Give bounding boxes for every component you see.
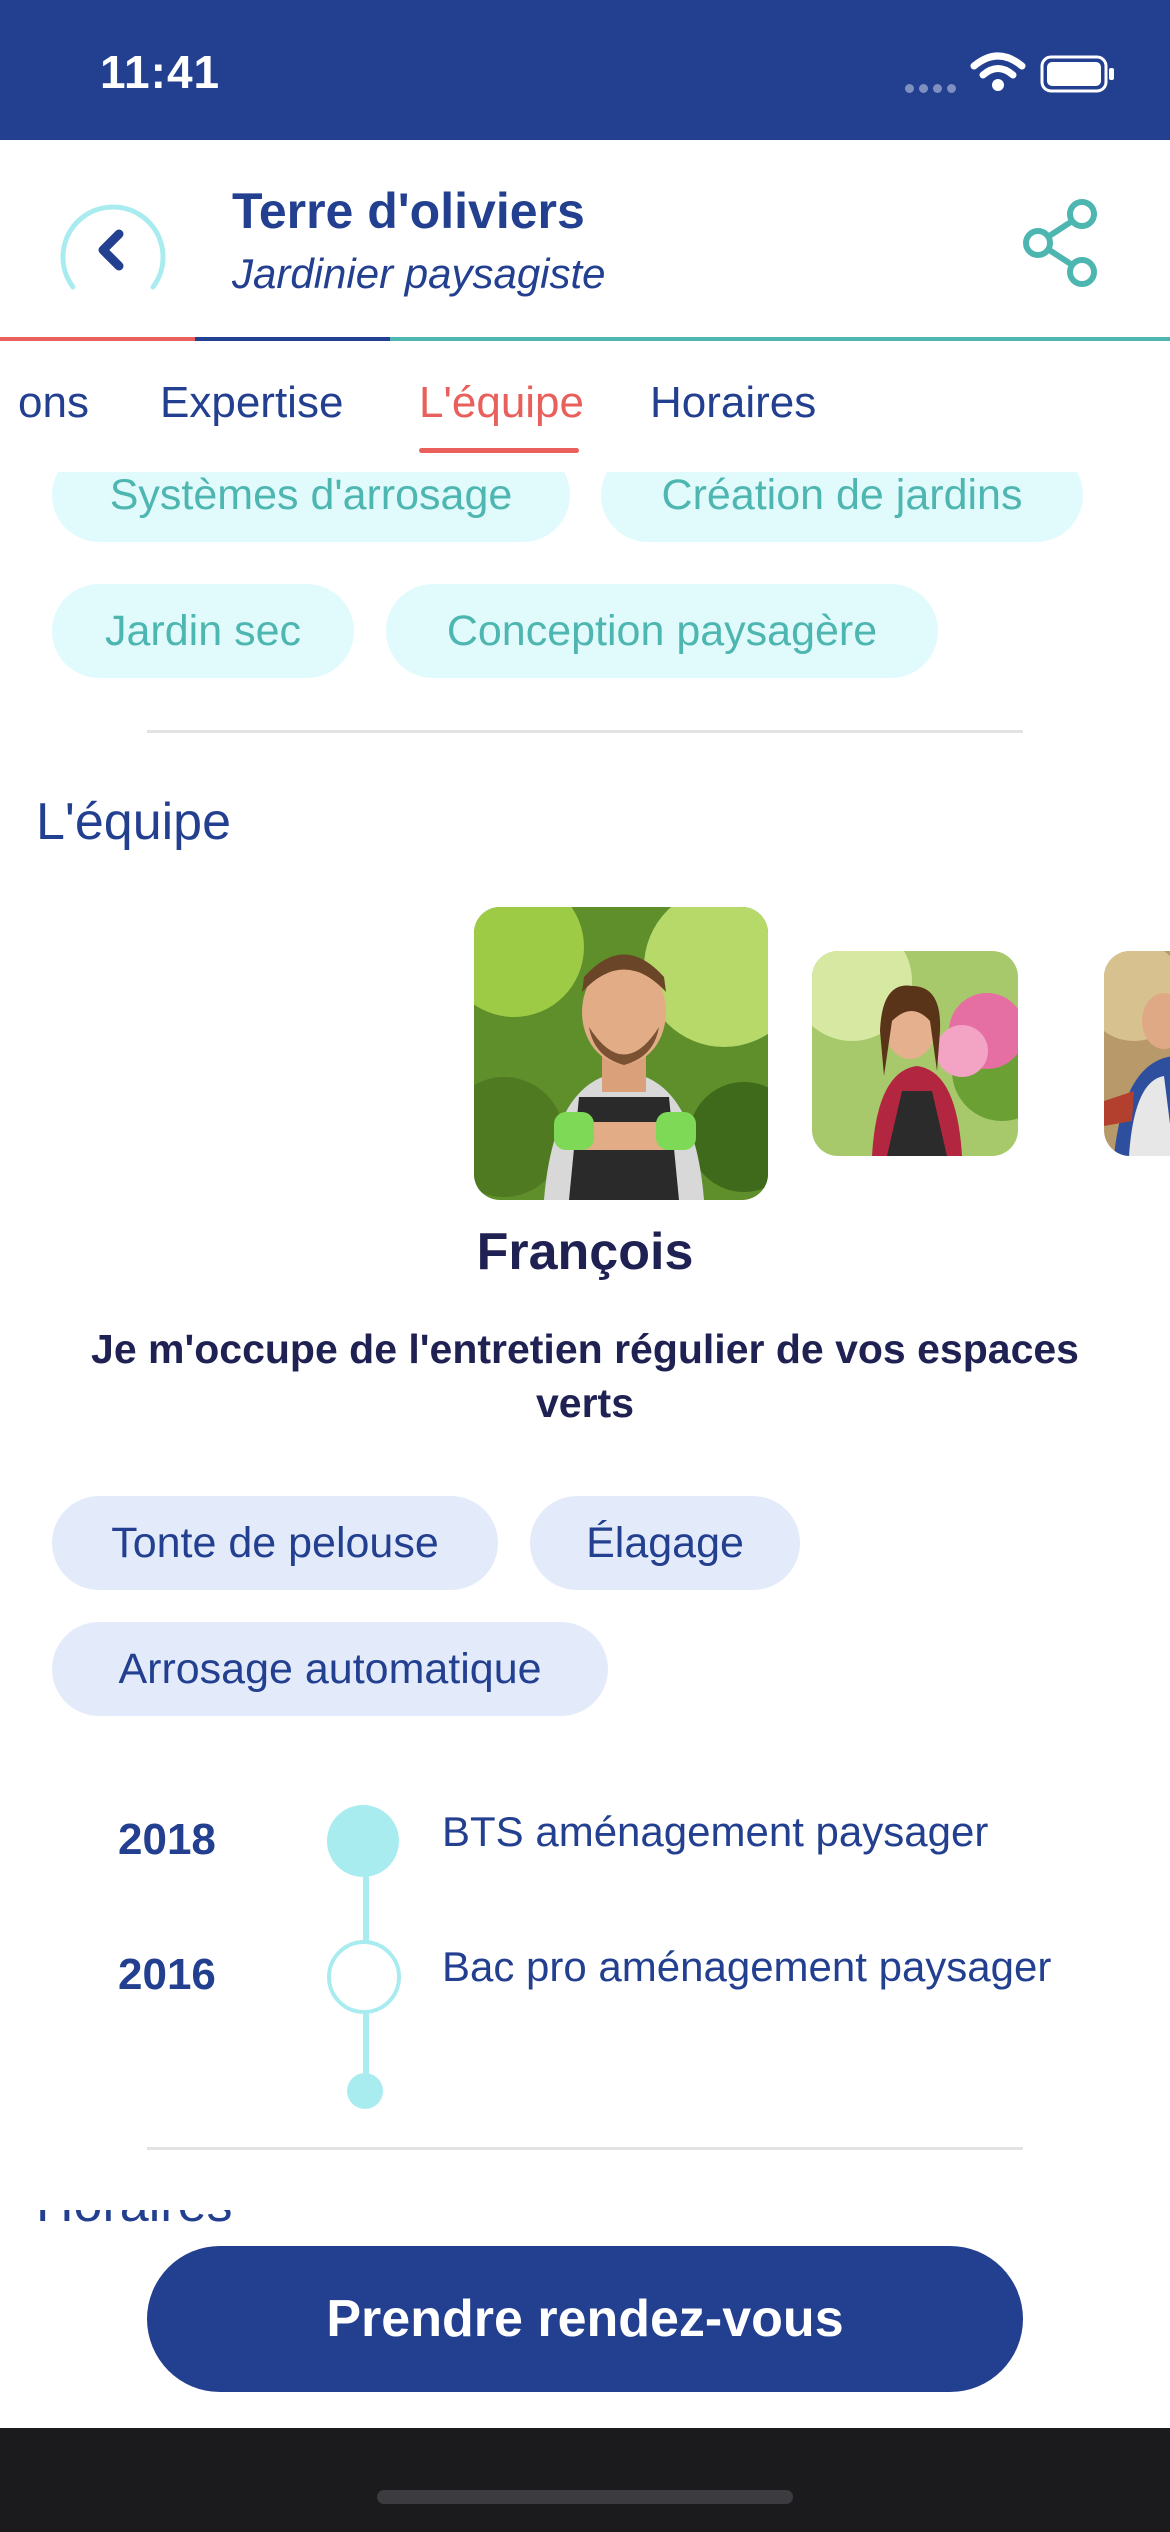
home-indicator[interactable] [377,2490,793,2504]
team-member-photo-2[interactable] [812,951,1018,1156]
next-section-title: Horaires [36,2210,236,2224]
section-divider [147,2147,1023,2150]
app-header [0,140,1170,340]
chevron-left-icon [98,229,124,271]
next-section-title-text: Horaires [36,2210,233,2224]
active-tab-indicator [419,448,579,453]
section-divider [147,730,1023,733]
header-accent-line-red [0,337,195,341]
team-member-photo-francois[interactable] [474,907,768,1200]
share-icon [1023,199,1097,287]
header-accent-line-teal [390,337,1170,341]
tab-informations[interactable]: ons [18,378,89,428]
book-appointment-button[interactable]: Prendre rendez-vous [147,2246,1023,2392]
back-button[interactable] [55,192,171,308]
page-subtitle: Jardinier paysagiste [232,250,606,297]
battery-icon [1040,55,1114,93]
cellular-signal-icon [905,80,961,98]
skill-tag: Tonte de pelouse [52,1496,498,1590]
timeline-dot-current [327,1805,399,1877]
timeline-label: Bac pro aménagement paysager [442,1943,1052,1990]
expertise-tag: Jardin sec [52,584,354,678]
timeline-year: 2018 [118,1815,216,1864]
member-name: François [476,1223,694,1281]
team-member-photo-3[interactable] [1104,951,1170,1156]
expertise-tag: Création de jardins [601,472,1083,542]
tab-equipe[interactable]: L'équipe [419,378,584,428]
tab-horaires[interactable]: Horaires [650,378,816,428]
expertise-tag: Conception paysagère [386,584,938,678]
skill-tag: Élagage [530,1496,800,1590]
timeline-year: 2016 [118,1950,216,1999]
expertise-tags: Systèmes d'arrosage Création de jardins … [0,472,1170,712]
header-accent-line-blue [195,337,390,341]
status-time: 11:41 [100,46,221,98]
page-title: Terre d'oliviers [232,183,585,239]
skill-tag: Arrosage automatique [52,1622,608,1716]
timeline-dot [327,1940,401,2014]
timeline-end-dot [347,2073,383,2109]
home-indicator-area [0,2428,1170,2532]
team-section-title: L'équipe [36,793,231,851]
timeline-label: BTS aménagement paysager [442,1808,989,1855]
tab-expertise[interactable]: Expertise [160,378,343,428]
member-description: Je m'occupe de l'entretien régulier de v… [91,1326,1079,1426]
wifi-icon [970,52,1026,91]
expertise-tag: Systèmes d'arrosage [52,472,570,542]
share-button[interactable] [1020,198,1102,288]
